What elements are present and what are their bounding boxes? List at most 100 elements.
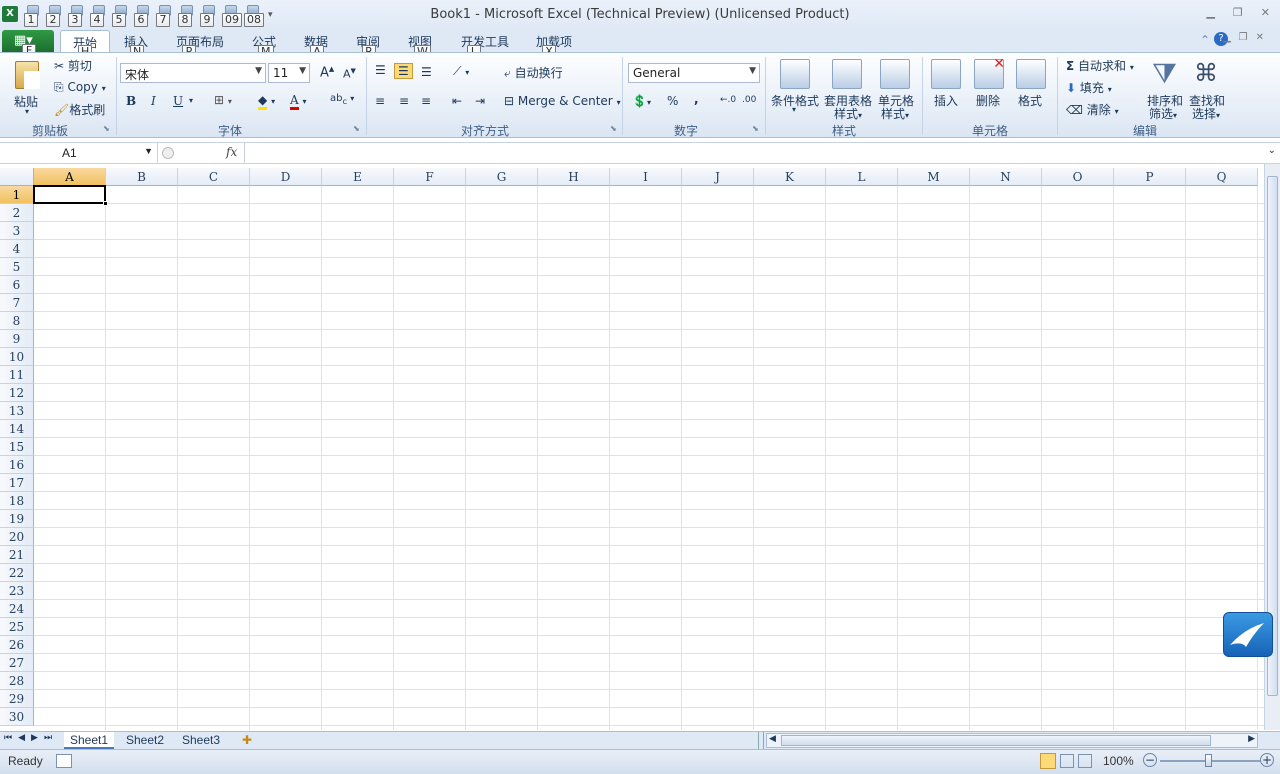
wrap-text-button[interactable]: ⤶ 自动换行	[504, 64, 563, 81]
row-header[interactable]: 20	[0, 528, 34, 546]
top-align-icon[interactable]: ☰	[375, 63, 386, 77]
format-as-table-label-2[interactable]: 样式▾	[834, 105, 862, 122]
floating-bird-app-icon[interactable]	[1223, 612, 1273, 657]
row-header[interactable]: 6	[0, 276, 34, 294]
align-center-icon[interactable]: ≡	[399, 94, 409, 108]
insert-cells-icon[interactable]	[931, 59, 961, 89]
column-header[interactable]: D	[250, 168, 322, 186]
row-header[interactable]: 18	[0, 492, 34, 510]
zoom-in-icon[interactable]: +	[1260, 753, 1274, 767]
scroll-left-icon[interactable]: ◀	[769, 734, 776, 744]
name-box[interactable]: A1 ▼	[0, 143, 158, 164]
orientation-icon[interactable]: ⟋ ▾	[453, 64, 469, 79]
macro-record-icon[interactable]	[56, 754, 72, 768]
column-header[interactable]: A	[34, 168, 106, 186]
clipboard-launcher-icon[interactable]: ⬊	[103, 124, 110, 133]
increase-font-icon[interactable]: A▲	[320, 65, 334, 80]
column-header[interactable]: G	[466, 168, 538, 186]
delete-cells-icon[interactable]: ✕	[974, 56, 1005, 89]
insert-cells-button[interactable]: 插入	[934, 92, 958, 109]
increase-decimal-icon[interactable]: ←.0	[720, 95, 736, 105]
restore-icon[interactable]: ❐	[1233, 6, 1243, 19]
paste-dropdown-icon[interactable]: ▾	[25, 107, 29, 116]
number-format-select[interactable]: General ▼	[628, 63, 760, 83]
row-header[interactable]: 19	[0, 510, 34, 528]
insert-sheet-icon[interactable]: ✚	[236, 732, 258, 749]
ribbon-collapse-icon[interactable]: ⌃	[1200, 33, 1210, 47]
column-header[interactable]: E	[322, 168, 394, 186]
column-header[interactable]: N	[970, 168, 1042, 186]
bold-button[interactable]: B	[126, 94, 136, 108]
alignment-launcher-icon[interactable]: ⬊	[610, 124, 617, 133]
select-all-button[interactable]	[0, 168, 34, 186]
sheet-nav-arrows[interactable]: ⏮◀▶⏭	[4, 733, 58, 743]
align-right-icon[interactable]: ≡	[421, 94, 431, 108]
column-header[interactable]: B	[106, 168, 178, 186]
row-header[interactable]: 2	[0, 204, 34, 222]
row-header[interactable]: 12	[0, 384, 34, 402]
page-layout-view-icon[interactable]	[1060, 754, 1074, 768]
row-header[interactable]: 15	[0, 438, 34, 456]
row-header[interactable]: 7	[0, 294, 34, 312]
middle-align-icon[interactable]: ☰	[394, 63, 413, 79]
sheet-tab[interactable]: Sheet3	[176, 732, 226, 749]
find-binoculars-icon[interactable]: ⌘	[1194, 59, 1218, 87]
format-as-table-icon[interactable]	[832, 59, 862, 89]
column-header[interactable]: I	[610, 168, 682, 186]
horizontal-scrollbar[interactable]: ◀ ▶	[766, 733, 1258, 748]
phonetic-icon[interactable]: abc ▾	[330, 93, 354, 106]
sort-filter-icon[interactable]: ⧩	[1152, 57, 1177, 91]
column-header[interactable]: M	[898, 168, 970, 186]
row-header[interactable]: 26	[0, 636, 34, 654]
sheet-tab[interactable]: Sheet1	[64, 732, 115, 749]
format-cells-button[interactable]: 格式	[1018, 92, 1042, 109]
conditional-format-icon[interactable]	[780, 59, 810, 89]
workbook-window-controls[interactable]: ▁❐✕	[1223, 32, 1272, 43]
row-header[interactable]: 9	[0, 330, 34, 348]
column-header[interactable]: F	[394, 168, 466, 186]
autosum-button[interactable]: Σ 自动求和 ▾	[1066, 57, 1134, 74]
worksheet-grid[interactable]: A B C D E F G H I J K L M N O P Q 1 2 3 4 5 6 7 8 9 10 11 12 13 14 15 16…	[0, 168, 1264, 730]
active-cell-a1[interactable]	[33, 185, 106, 204]
font-launcher-icon[interactable]: ⬊	[353, 124, 360, 133]
currency-icon[interactable]: 💲▾	[632, 94, 651, 108]
underline-button[interactable]: U	[173, 94, 183, 108]
dropdown-icon[interactable]: ▾	[792, 105, 796, 114]
underline-dropdown-icon[interactable]: ▾	[189, 96, 193, 105]
row-header[interactable]: 16	[0, 456, 34, 474]
italic-button[interactable]: I	[151, 94, 156, 108]
close-icon[interactable]: ✕	[1261, 6, 1270, 19]
find-select-label-2[interactable]: 选择▾	[1192, 105, 1220, 122]
format-cells-icon[interactable]	[1016, 59, 1046, 89]
font-color-icon[interactable]: A ▾	[290, 93, 307, 110]
borders-icon[interactable]: ⊞ ▾	[214, 93, 232, 107]
row-header[interactable]: 21	[0, 546, 34, 564]
row-header[interactable]: 14	[0, 420, 34, 438]
align-left-icon[interactable]: ≡	[375, 94, 385, 108]
bottom-align-icon[interactable]: ☰	[421, 65, 432, 79]
column-header[interactable]: P	[1114, 168, 1186, 186]
column-header[interactable]: Q	[1186, 168, 1258, 186]
zoom-out-icon[interactable]: −	[1143, 753, 1157, 767]
minimize-icon[interactable]: ▁	[1206, 6, 1214, 19]
row-header[interactable]: 23	[0, 582, 34, 600]
tab-split-handle[interactable]	[758, 732, 764, 749]
copy-button[interactable]: ⎘ Copy ▾	[54, 80, 106, 95]
zoom-slider-thumb[interactable]	[1205, 754, 1212, 767]
merge-center-button[interactable]: ⊟ Merge & Center ▾	[504, 94, 621, 108]
row-header[interactable]: 27	[0, 654, 34, 672]
column-header[interactable]: J	[682, 168, 754, 186]
normal-view-icon[interactable]	[1040, 753, 1056, 769]
page-break-view-icon[interactable]	[1078, 754, 1092, 768]
row-header[interactable]: 4	[0, 240, 34, 258]
row-header[interactable]: 25	[0, 618, 34, 636]
insert-function-button[interactable]: fx	[226, 145, 237, 159]
row-header[interactable]: 8	[0, 312, 34, 330]
row-header[interactable]: 22	[0, 564, 34, 582]
column-header[interactable]: O	[1042, 168, 1114, 186]
formula-input[interactable]	[244, 143, 1264, 164]
column-header[interactable]: C	[178, 168, 250, 186]
formula-resize-icon[interactable]	[162, 147, 174, 159]
row-header[interactable]: 5	[0, 258, 34, 276]
cut-button[interactable]: ✂ 剪切	[54, 57, 92, 74]
